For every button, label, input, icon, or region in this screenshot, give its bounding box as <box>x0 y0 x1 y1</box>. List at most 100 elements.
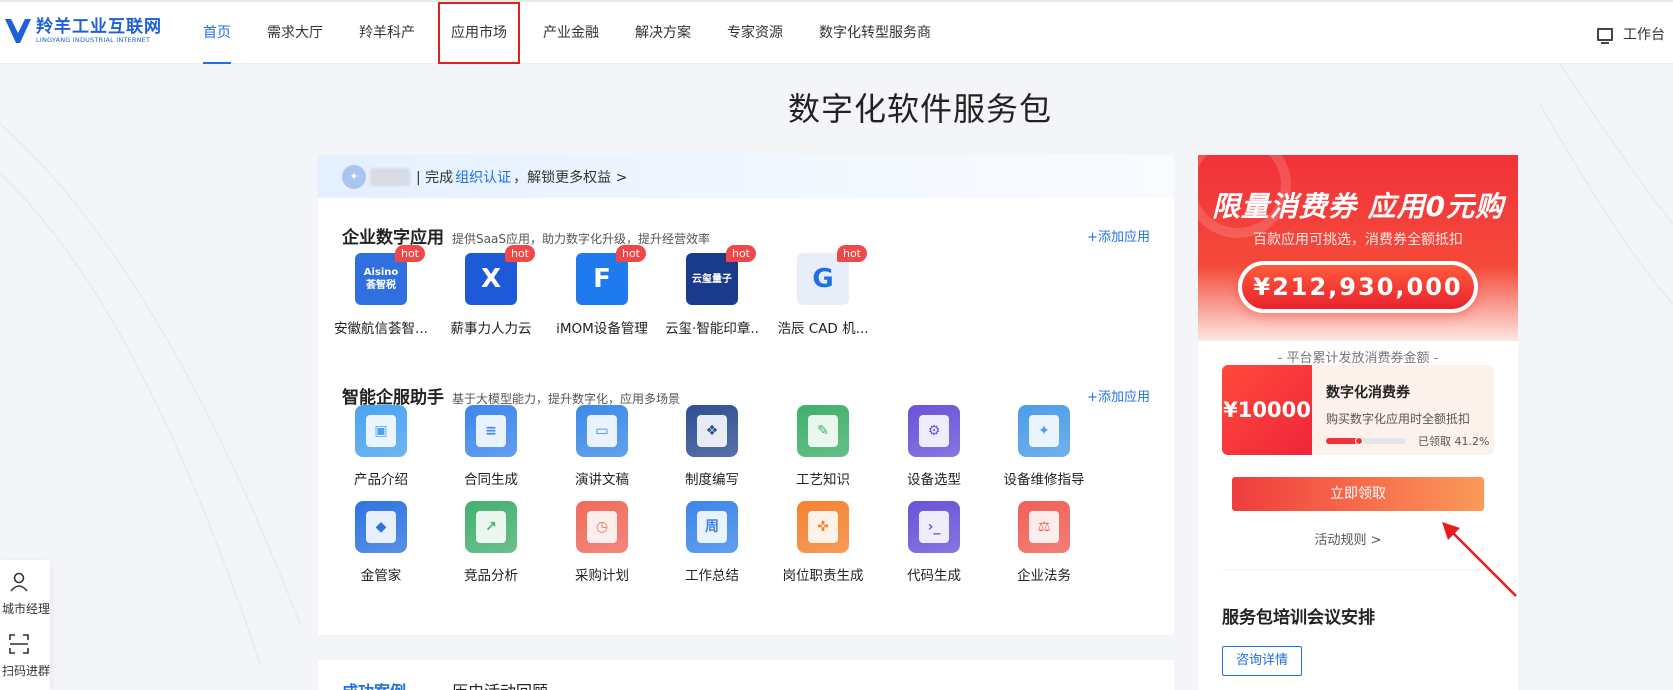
coupon-title: 数字化消费券 <box>1326 385 1410 401</box>
assistant-tool-tile[interactable]: ◷ 采购计划 <box>543 501 661 584</box>
tool-name: 采购计划 <box>575 568 629 584</box>
assistant-tool-tile[interactable]: ✜ 岗位职责生成 <box>764 501 882 584</box>
scan-join-group-link[interactable]: 扫码进群 <box>0 662 50 679</box>
workbench-link[interactable]: 工作台 <box>1597 24 1665 44</box>
craft-knowledge-icon: ✎ <box>797 405 849 457</box>
certification-bar: ✦ | 完成 组织认证 ，解锁更多权益 > <box>318 155 1174 198</box>
enterprise-app-tile[interactable]: Ghot 浩辰 CAD 机... <box>764 245 882 337</box>
main-nav: 首页 需求大厅 羚羊科产 应用市场 产业金融 解决方案 专家资源 数字化转型服务… <box>190 2 954 64</box>
blurred-org-name <box>370 167 410 186</box>
app-icon-text: G <box>812 263 834 294</box>
device-selection-icon: ⚙ <box>908 405 960 457</box>
left-float-bar: 城市经理 扫码进群 <box>0 560 50 690</box>
city-manager-link[interactable]: 城市经理 <box>0 600 50 617</box>
app-icon-text: 云玺量子 <box>692 273 732 285</box>
scan-icon <box>9 634 29 654</box>
enterprise-app-tile[interactable]: Aisino 荟智税 hot 安徽航信荟智... <box>322 245 440 337</box>
consult-details-button[interactable]: 咨询详情 <box>1222 646 1302 676</box>
nav-app-market[interactable]: 应用市场 <box>438 2 520 64</box>
gstarcad-icon: Ghot <box>797 245 867 305</box>
enterprise-app-tile[interactable]: Fhot iMOM设备管理 <box>543 245 661 337</box>
assistant-tool-tile[interactable]: ✦ 设备维修指导 <box>985 405 1103 488</box>
page-title: 数字化软件服务包 <box>787 90 1052 128</box>
work-summary-icon: 周 <box>686 501 738 553</box>
assistant-tool-tile[interactable]: ↗ 竞品分析 <box>432 501 550 584</box>
promo-caption: - 平台累计发放消费券金额 - <box>1277 351 1439 366</box>
assistant-tool-tile[interactable]: ⚙ 设备选型 <box>875 405 993 488</box>
tool-name: 金管家 <box>360 568 402 584</box>
claimed-label: 已领取 41.2% <box>1418 435 1490 448</box>
nav-lingyang-tech[interactable]: 羚羊科产 <box>346 2 428 64</box>
app-name: iMOM设备管理 <box>556 321 648 337</box>
hot-badge: hot <box>836 245 867 262</box>
tool-name: 制度编写 <box>685 472 739 488</box>
main-panel: ✦ | 完成 组织认证 ，解锁更多权益 > 企业数字应用 提供SaaS应用，助力… <box>318 155 1174 635</box>
nav-experts[interactable]: 专家资源 <box>714 2 796 64</box>
coupon-watermark-icon <box>1198 155 1291 238</box>
aisino-icon: Aisino 荟智税 hot <box>355 245 425 305</box>
assistant-tool-tile[interactable]: ›_ 代码生成 <box>875 501 993 584</box>
tool-name: 演讲文稿 <box>575 472 629 488</box>
app-name: 安徽航信荟智... <box>334 321 428 337</box>
training-meeting-title: 服务包培训会议安排 <box>1222 608 1375 628</box>
org-avatar-icon: ✦ <box>342 164 366 189</box>
assistant-tool-tile[interactable]: ▭ 演讲文稿 <box>543 405 661 488</box>
imom-icon: Fhot <box>576 245 646 305</box>
assistant-tool-tile[interactable]: ◆ 金管家 <box>322 501 440 584</box>
add-assistant-button[interactable]: +添加应用 <box>1087 386 1150 405</box>
annotation-arrow-icon <box>1442 522 1517 597</box>
bottom-tabs-panel: 成功案例 历史活动回顾 <box>318 660 1174 690</box>
logo[interactable]: 羚羊工业互联网 LINGYANG INDUSTRIAL INTERNET <box>4 16 162 46</box>
assistant-tool-tile[interactable]: ≡ 合同生成 <box>432 405 550 488</box>
promo-banner: 限量消费券 应用0元购 百款应用可挑选，消费券全额抵扣 ¥212,930,000 <box>1198 155 1518 341</box>
app-name: 薪事力人力云 <box>450 321 532 337</box>
app-icon-text: Aisino 荟智税 <box>363 267 399 291</box>
nav-demand-hall[interactable]: 需求大厅 <box>254 2 336 64</box>
nav-home[interactable]: 首页 <box>190 2 244 64</box>
nav-transformation-providers[interactable]: 数字化转型服务商 <box>806 2 944 64</box>
city-manager-label: 城市经理 <box>1 602 50 616</box>
tool-name: 合同生成 <box>464 472 518 488</box>
coupon-card[interactable]: ¥10000 数字化消费券 购买数字化应用时全额抵扣 已领取 41.2% <box>1222 365 1494 455</box>
app-icon-text: X <box>480 263 502 294</box>
section-title: 企业数字应用 <box>342 228 444 248</box>
nav-solutions[interactable]: 解决方案 <box>622 2 704 64</box>
tab-success-cases[interactable]: 成功案例 <box>342 678 406 690</box>
user-icon <box>10 572 28 592</box>
org-certification-link[interactable]: 组织认证 <box>455 167 511 187</box>
enterprise-app-tile[interactable]: 云玺量子 hot 云玺·智能印章.. <box>653 245 771 337</box>
tab-history-events[interactable]: 历史活动回顾 <box>452 678 548 690</box>
tool-name: 工作总结 <box>685 568 739 584</box>
tool-name: 岗位职责生成 <box>782 568 864 584</box>
assistant-tool-tile[interactable]: ✎ 工艺知识 <box>764 405 882 488</box>
app-icon-text: F <box>593 263 611 294</box>
assistant-tool-tile[interactable]: ⚖ 企业法务 <box>985 501 1103 584</box>
device-repair-icon: ✦ <box>1018 405 1070 457</box>
top-header: 羚羊工业互联网 LINGYANG INDUSTRIAL INTERNET 首页 … <box>0 0 1673 64</box>
cert-suffix[interactable]: ，解锁更多权益 > <box>513 167 627 187</box>
assistant-tool-tile[interactable]: 周工作总结 <box>653 501 771 584</box>
enterprise-app-tile[interactable]: Xhot 薪事力人力云 <box>432 245 550 337</box>
assistant-tool-tile[interactable]: ▣ 产品介绍 <box>322 405 440 488</box>
legal-icon: ⚖ <box>1018 501 1070 553</box>
job-duty-icon: ✜ <box>797 501 849 553</box>
app-name: 云玺·智能印章.. <box>665 321 759 337</box>
nav-industrial-finance[interactable]: 产业金融 <box>530 2 612 64</box>
cert-prefix: | 完成 <box>416 169 454 186</box>
finance-butler-icon: ◆ <box>355 501 407 553</box>
workbench-label: 工作台 <box>1623 27 1665 43</box>
add-app-button[interactable]: +添加应用 <box>1087 226 1150 245</box>
yunxi-icon: 云玺量子 hot <box>686 245 756 305</box>
monitor-icon <box>1597 27 1613 44</box>
coupon-value: ¥10000 <box>1222 365 1312 455</box>
purchase-plan-icon: ◷ <box>576 501 628 553</box>
code-gen-icon: ›_ <box>908 501 960 553</box>
assistant-tool-tile[interactable]: ❖ 制度编写 <box>653 405 771 488</box>
tool-name: 企业法务 <box>1017 568 1071 584</box>
tool-name: 工艺知识 <box>796 472 850 488</box>
scan-join-group-label: 扫码进群 <box>1 664 50 678</box>
claim-now-button[interactable]: 立即领取 <box>1232 477 1484 511</box>
hot-badge: hot <box>725 245 756 262</box>
competitor-analysis-icon: ↗ <box>465 501 517 553</box>
hot-badge: hot <box>615 245 646 262</box>
